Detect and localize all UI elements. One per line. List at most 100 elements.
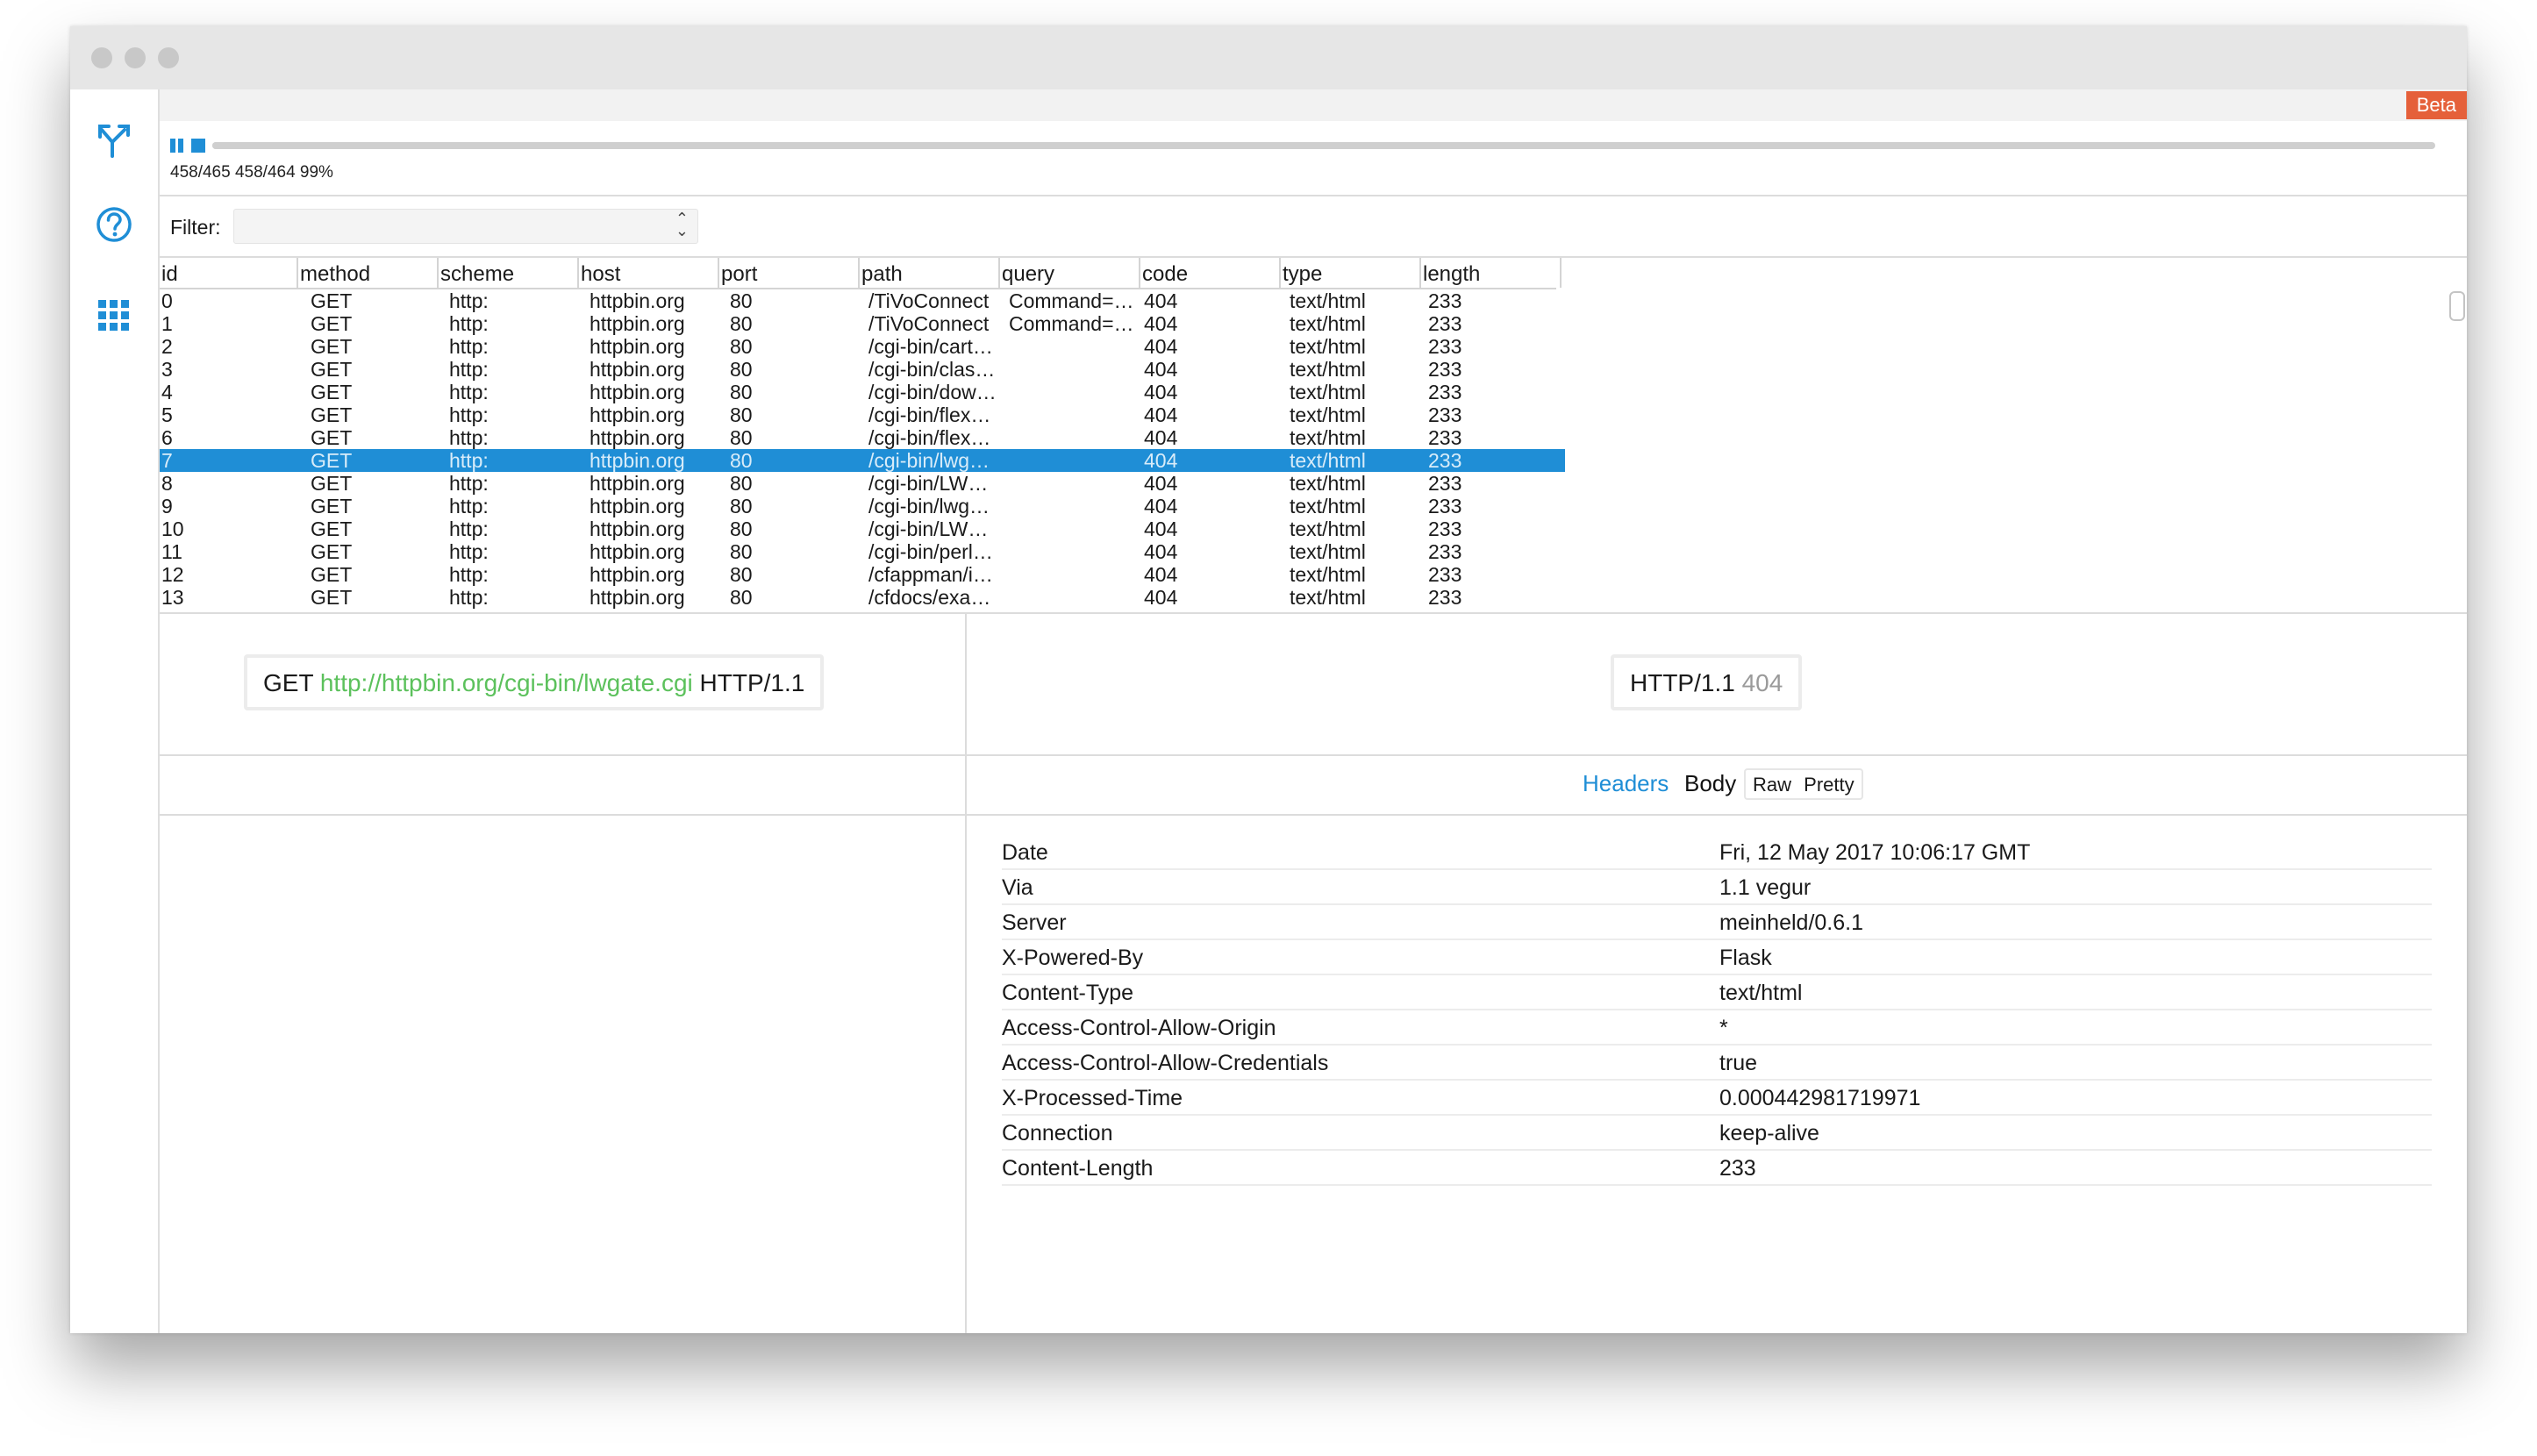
close-window-button[interactable] — [91, 47, 112, 68]
column-header-code[interactable]: code — [1140, 258, 1281, 288]
table-row[interactable]: 1 GET http: httpbin.org 80/TiVoConnect Comman… — [160, 312, 1565, 335]
cell-scheme: http: — [449, 289, 489, 312]
cell-path: /cfdocs/exa… — [868, 586, 991, 609]
cell-host: httpbin.org — [590, 472, 685, 495]
progress-track — [212, 142, 2435, 149]
filter-bar: Filter: ⌃ ⌄ — [160, 196, 2467, 258]
cell-type: text/html — [1290, 586, 1366, 609]
cell-host: httpbin.org — [590, 358, 685, 381]
column-header-type[interactable]: type — [1281, 258, 1421, 288]
column-header-query[interactable]: query — [1000, 258, 1140, 288]
cell-host: httpbin.org — [590, 426, 685, 449]
cell-method: GET — [311, 335, 353, 358]
cell-type: text/html — [1290, 335, 1366, 358]
cell-port: 80 — [730, 495, 753, 517]
cell-code: 404 — [1144, 403, 1178, 426]
sidebar — [70, 89, 160, 1333]
table-row[interactable]: 8 GET http: httpbin.org 80/cgi-bin/LW… 404 tex… — [160, 472, 1565, 495]
cell-port: 80 — [730, 358, 753, 381]
cell-type: text/html — [1290, 495, 1366, 517]
request-url[interactable]: http://httpbin.org/cgi-bin/lwgate.cgi — [320, 669, 693, 696]
cell-id: 13 — [161, 586, 184, 609]
help-icon[interactable] — [95, 205, 133, 244]
table-row[interactable]: 6 GET http: httpbin.org 80/cgi-bin/flex… 404 t… — [160, 426, 1565, 449]
cell-scheme: http: — [449, 563, 489, 586]
cell-code: 404 — [1144, 495, 1178, 517]
request-firstline: GET http://httpbin.org/cgi-bin/lwgate.cg… — [244, 654, 825, 710]
cell-id: 8 — [161, 472, 173, 495]
header-row: Via 1.1 vegur — [1002, 870, 2432, 905]
cell-code: 404 — [1144, 335, 1178, 358]
table-row[interactable]: 5 GET http: httpbin.org 80/cgi-bin/flex… 404 t… — [160, 403, 1565, 426]
cell-port: 80 — [730, 540, 753, 563]
filter-select[interactable]: ⌃ ⌄ — [233, 209, 698, 244]
zoom-window-button[interactable] — [158, 47, 179, 68]
table-row[interactable]: 11 GET http: httpbin.org 80/cgi-bin/perl… 404… — [160, 540, 1565, 563]
column-header-scheme[interactable]: scheme — [439, 258, 579, 288]
cell-path: /cgi-bin/lwg… — [868, 449, 990, 472]
response-tabs-row: Headers Body Raw Pretty — [967, 756, 2467, 816]
cell-method: GET — [311, 563, 353, 586]
progress-text: 458/465 458/464 99% — [170, 163, 333, 182]
cell-port: 80 — [730, 289, 753, 312]
cell-host: httpbin.org — [590, 563, 685, 586]
header-name: Access-Control-Allow-Origin — [1002, 1016, 1276, 1040]
header-value: * — [1719, 1016, 1728, 1040]
cell-path: /TiVoConnect — [868, 289, 990, 312]
cell-type: text/html — [1290, 472, 1366, 495]
header-row: X-Processed-Time 0.000442981719971 — [1002, 1081, 2432, 1116]
cell-id: 6 — [161, 426, 173, 449]
cell-method: GET — [311, 586, 353, 609]
cell-length: 233 — [1428, 540, 1462, 563]
cell-code: 404 — [1144, 517, 1178, 540]
column-header-length[interactable]: length — [1421, 258, 1562, 288]
cell-scheme: http: — [449, 449, 489, 472]
cell-id: 12 — [161, 563, 184, 586]
cell-path: /cgi-bin/perl… — [868, 540, 993, 563]
column-header-method[interactable]: method — [298, 258, 439, 288]
cell-id: 3 — [161, 358, 173, 381]
flows-icon[interactable] — [95, 121, 133, 160]
table-row[interactable]: 13 GET http: httpbin.org 80/cfdocs/exa… 404 te… — [160, 586, 1565, 609]
header-value: 233 — [1719, 1156, 1756, 1181]
response-firstline: HTTP/1.1 404 — [1611, 654, 1803, 710]
cell-method: GET — [311, 381, 353, 403]
cell-code: 404 — [1144, 586, 1178, 609]
request-tabs-row — [160, 756, 965, 816]
minimize-window-button[interactable] — [125, 47, 146, 68]
cell-port: 80 — [730, 563, 753, 586]
table-row[interactable]: 9 GET http: httpbin.org 80/cgi-bin/lwg… 404 te… — [160, 495, 1565, 517]
table-row[interactable]: 2 GET http: httpbin.org 80/cgi-bin/cart… 404 t… — [160, 335, 1565, 358]
tab-headers[interactable]: Headers — [1583, 770, 1669, 797]
header-name: Server — [1002, 910, 1067, 935]
header-row: Access-Control-Allow-Credentials true — [1002, 1046, 2432, 1081]
cell-id: 11 — [161, 540, 182, 563]
cell-method: GET — [311, 495, 353, 517]
raw-toggle[interactable]: Raw — [1749, 774, 1795, 796]
table-row[interactable]: 3 GET http: httpbin.org 80/cgi-bin/clas… 404 t… — [160, 358, 1565, 381]
cell-method: GET — [311, 517, 353, 540]
header-name: Via — [1002, 875, 1033, 900]
cell-host: httpbin.org — [590, 312, 685, 335]
header-name: Connection — [1002, 1121, 1113, 1146]
cell-query: Command=… — [1009, 289, 1134, 312]
table-scrollbar[interactable] — [2449, 291, 2465, 321]
table-row[interactable]: 7 GET http: httpbin.org 80/cgi-bin/lwg… 404 te… — [160, 449, 1565, 472]
cell-scheme: http: — [449, 381, 489, 403]
table-row[interactable]: 10 GET http: httpbin.org 80/cgi-bin/LW… 404 te… — [160, 517, 1565, 540]
cell-code: 404 — [1144, 358, 1178, 381]
table-row[interactable]: 12 GET http: httpbin.org 80/cfappman/i… 404 te… — [160, 563, 1565, 586]
column-header-host[interactable]: host — [579, 258, 719, 288]
table-row[interactable]: 4 GET http: httpbin.org 80/cgi-bin/dow… 404 te… — [160, 381, 1565, 403]
cell-type: text/html — [1290, 563, 1366, 586]
column-header-id[interactable]: id — [160, 258, 298, 288]
cell-length: 233 — [1428, 381, 1462, 403]
tab-body[interactable]: Body — [1684, 770, 1736, 797]
pause-icon[interactable] — [170, 137, 207, 154]
column-header-port[interactable]: port — [719, 258, 860, 288]
apps-grid-icon[interactable] — [95, 296, 133, 335]
table-row[interactable]: 0 GET http: httpbin.org 80/TiVoConnect Comman… — [160, 289, 1565, 312]
pretty-toggle[interactable]: Pretty — [1800, 774, 1857, 796]
column-header-path[interactable]: path — [860, 258, 1000, 288]
cell-type: text/html — [1290, 403, 1366, 426]
